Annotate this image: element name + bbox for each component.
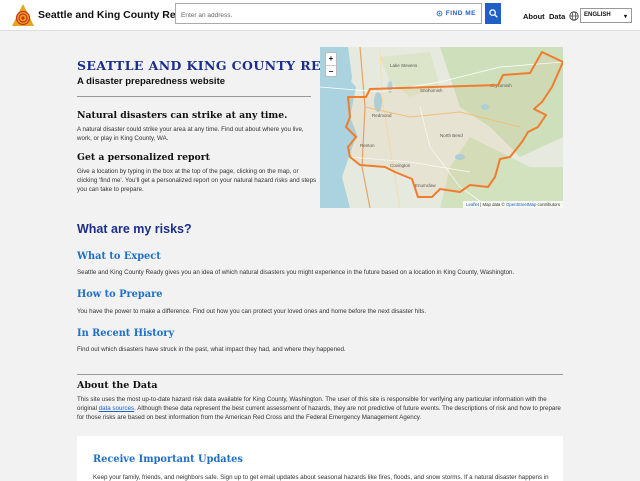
chevron-down-icon: ▾ [623,14,627,20]
language-value: ENGLISH [584,12,611,18]
what-to-expect-link[interactable]: What to Expect [77,251,161,262]
address-input[interactable] [176,6,416,25]
natural-disasters-heading: Natural disasters can strike at any time… [77,110,288,121]
site-header: Seattle and King County Ready FIND ME Ab… [0,0,640,31]
osm-link[interactable]: OpenStreetMap [506,202,536,207]
recent-history-text: Find out which disasters have struck in … [77,346,346,353]
address-search: FIND ME [175,3,482,25]
crosshair-icon [436,10,443,17]
personalized-report-text: Give a location by typing in the box at … [77,168,317,193]
updates-card: Receive Important Updates Keep your fami… [77,436,563,481]
about-data-heading: About the Data [77,380,158,391]
globe-icon [569,11,579,21]
attribution-text: | Map data © [479,202,506,207]
language-select[interactable]: ENGLISH ▾ [580,8,632,23]
divider [77,374,563,375]
personalized-report-heading: Get a personalized report [77,152,210,163]
what-to-expect-text: Seattle and King County Ready gives you … [77,269,515,276]
leaflet-link[interactable]: Leaflet [466,202,479,207]
updates-heading: Receive Important Updates [93,454,243,465]
logo-icon[interactable] [11,3,35,27]
divider [77,96,311,97]
find-me-label: FIND ME [445,10,476,17]
search-button[interactable] [485,3,501,24]
updates-text: Keep your family, friends, and neighbors… [93,474,549,481]
map-tiles: Lake Stevens Snohomish Redmond North Ben… [320,47,563,208]
attribution-end: contributors [536,202,560,207]
how-to-prepare-link[interactable]: How to Prepare [77,289,162,300]
brand-title[interactable]: Seattle and King County Ready [38,9,194,21]
svg-text:Lake Stevens: Lake Stevens [390,63,418,68]
recent-history-link[interactable]: In Recent History [77,328,174,339]
risks-heading: What are my risks? [77,222,192,236]
zoom-in-button[interactable]: + [326,53,336,65]
nav-data-link[interactable]: Data [549,12,565,21]
nav-about-link[interactable]: About [523,12,545,21]
map-attribution: Leaflet | Map data © OpenStreetMap contr… [463,201,563,208]
hero-subtitle: A disaster preparedness website [77,76,226,87]
hazard-map[interactable]: Lake Stevens Snohomish Redmond North Ben… [320,47,563,208]
about-data-text: This site uses the most up-to-date hazar… [77,395,563,422]
data-sources-link[interactable]: data sources [99,405,134,412]
natural-disasters-text: A natural disaster could strike your are… [77,126,304,142]
find-me-button[interactable]: FIND ME [436,10,476,17]
zoom-out-button[interactable]: − [326,65,336,77]
hero-title: SEATTLE AND KING COUNTY READY [77,58,352,73]
zoom-control: + − [325,52,337,77]
search-icon [488,9,498,18]
about-text-part-2: . Although these data represent the best… [77,405,561,421]
how-to-prepare-text: You have the power to make a difference.… [77,308,427,315]
